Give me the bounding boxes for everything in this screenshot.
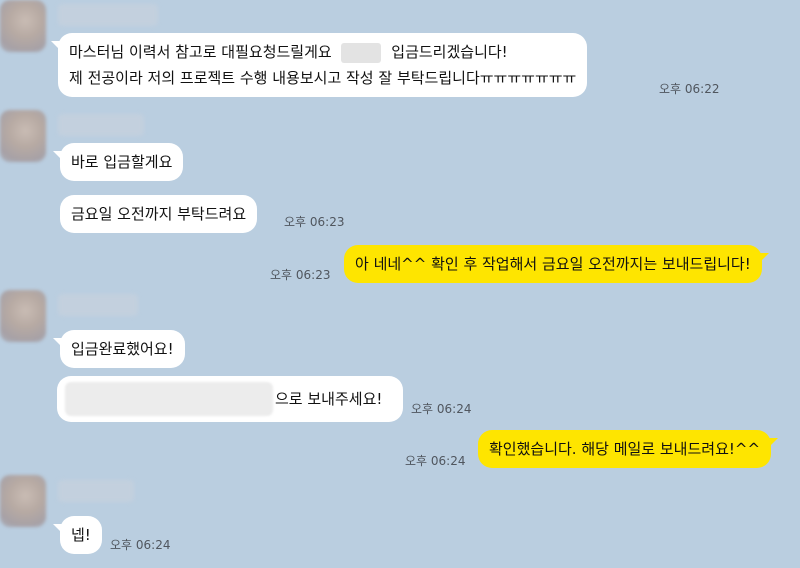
message-bubble-outgoing[interactable]: 확인했습니다. 해당 메일로 보내드려요!^^ bbox=[478, 430, 779, 468]
message-bubble-incoming[interactable]: 바로 입금할게요 bbox=[52, 143, 184, 181]
message-bubble-incoming[interactable]: 입금완료했어요! bbox=[53, 330, 185, 368]
message-text: 금요일 오전까지 부탁드려요 bbox=[71, 205, 247, 223]
sender-avatar[interactable] bbox=[0, 110, 46, 162]
message-time: 오후 06:24 bbox=[110, 538, 171, 552]
sender-name-redacted bbox=[58, 4, 158, 26]
message-bubble-incoming[interactable]: 마스터님 이력서 참고로 대필요청드릴게요 입금드리겠습니다! 제 전공이라 저… bbox=[50, 33, 588, 97]
message-text: 확인했습니다. 해당 메일로 보내드려요!^^ bbox=[489, 440, 761, 458]
message-bubble-incoming[interactable]: 금요일 오전까지 부탁드려요 bbox=[60, 195, 258, 233]
sender-name-redacted bbox=[58, 480, 134, 502]
message-bubble-incoming[interactable]: 으로 보내주세요! bbox=[57, 376, 403, 422]
message-text: 제 전공이라 저의 프로젝트 수행 내용보시고 작성 잘 부탁드립니다ㅠㅠㅠㅠㅠ… bbox=[69, 69, 577, 87]
message-time: 오후 06:22 bbox=[659, 82, 720, 96]
message-time: 오후 06:24 bbox=[411, 402, 472, 416]
message-time: 오후 06:23 bbox=[284, 215, 345, 229]
message-time: 오후 06:24 bbox=[405, 454, 466, 468]
message-text: 마스터님 이력서 참고로 대필요청드릴게요 bbox=[69, 43, 332, 61]
message-bubble-outgoing[interactable]: 아 네네^^ 확인 후 작업해서 금요일 오전까지는 보내드립니다! bbox=[344, 245, 769, 283]
sender-name-redacted bbox=[58, 114, 144, 136]
message-text: 아 네네^^ 확인 후 작업해서 금요일 오전까지는 보내드립니다! bbox=[355, 255, 751, 273]
message-text: 으로 보내주세요! bbox=[275, 390, 383, 408]
redacted-email bbox=[65, 382, 273, 416]
message-text: 넵! bbox=[71, 526, 91, 544]
sender-avatar[interactable] bbox=[0, 290, 46, 342]
sender-avatar[interactable] bbox=[0, 0, 46, 52]
message-time: 오후 06:23 bbox=[270, 268, 331, 282]
sender-name-redacted bbox=[58, 294, 138, 316]
sender-avatar[interactable] bbox=[0, 475, 46, 527]
message-bubble-incoming[interactable]: 넵! bbox=[53, 516, 102, 554]
message-text: 입금완료했어요! bbox=[71, 340, 174, 358]
message-text: 입금드리겠습니다! bbox=[391, 43, 508, 61]
redacted-text bbox=[340, 42, 381, 63]
message-text: 바로 입금할게요 bbox=[71, 153, 173, 171]
